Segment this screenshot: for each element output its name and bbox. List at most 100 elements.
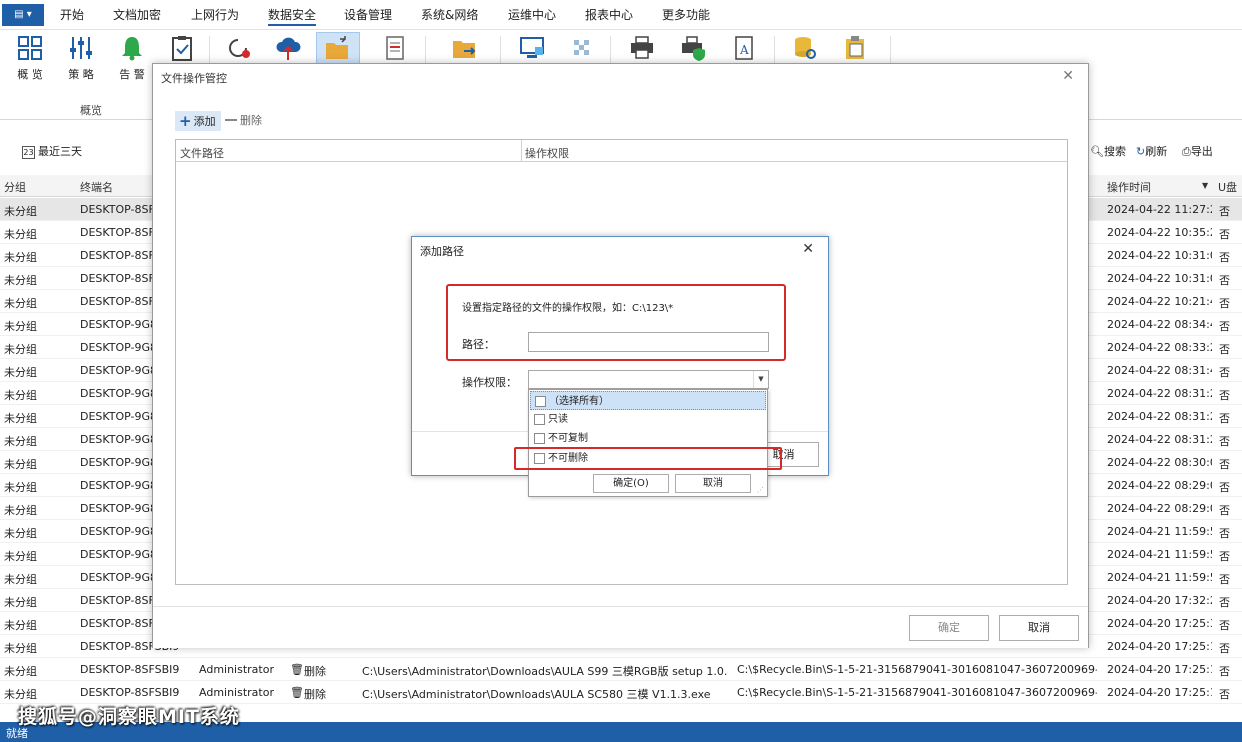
cell-time: 2024-04-20 17:25:14	[1107, 640, 1212, 653]
cell-usb: 否	[1219, 665, 1230, 678]
checkbox[interactable]	[534, 433, 545, 444]
app-menu-button[interactable]: ▤ ▾	[2, 4, 44, 26]
cell-action: 删除	[304, 665, 326, 678]
refresh-button[interactable]: ↻刷新	[1136, 143, 1167, 159]
option-label: 只读	[548, 414, 568, 425]
cell-time: 2024-04-22 10:31:01	[1107, 272, 1212, 285]
option-read-only[interactable]: 只读	[530, 410, 766, 429]
cell-usb: 否	[1219, 527, 1230, 540]
col-operation-permission[interactable]: 操作权限	[525, 145, 569, 161]
database-search-icon	[795, 37, 816, 59]
tab-ops-center[interactable]: 运维中心	[508, 6, 556, 26]
table-row[interactable]: 未分组 DESKTOP-8SFSBI9 Administrator 🗑︎ 删除 C:\Us…	[0, 681, 1242, 704]
tab-report-center[interactable]: 报表中心	[585, 6, 633, 26]
cell-group: 未分组	[4, 366, 37, 379]
policy-button[interactable]: 策 略	[61, 32, 101, 81]
grid-header: 文件路径 操作权限	[176, 140, 1067, 162]
cell-group: 未分组	[4, 228, 37, 241]
cell-group: 未分组	[4, 573, 37, 586]
cell-group: 未分组	[4, 297, 37, 310]
cell-time: 2024-04-22 08:31:40	[1107, 364, 1212, 377]
cell-group: 未分组	[4, 251, 37, 264]
cell-usb: 否	[1219, 389, 1230, 402]
cancel-button[interactable]: 取消	[999, 615, 1079, 641]
cell-group: 未分组	[4, 665, 37, 678]
col-group[interactable]: 分组	[4, 179, 26, 195]
svg-text:A: A	[739, 43, 749, 57]
cell-group: 未分组	[4, 642, 37, 655]
cell-usb: 否	[1219, 458, 1230, 471]
sliders-icon	[70, 37, 92, 59]
add-button[interactable]: + 添加	[175, 111, 221, 131]
delete-label: 删除	[240, 114, 262, 127]
checkbox[interactable]	[535, 396, 546, 407]
option-no-copy[interactable]: 不可复制	[530, 429, 766, 448]
grid-icon	[18, 36, 42, 60]
clipboard-check-icon	[172, 36, 192, 61]
tab-data-security[interactable]: 数据安全	[268, 6, 317, 26]
cell-group: 未分组	[4, 527, 37, 540]
bell-icon	[122, 37, 142, 61]
cell-usb: 否	[1219, 573, 1230, 586]
cell-usb: 否	[1219, 320, 1230, 333]
resize-grip-icon[interactable]: ⋰	[757, 486, 765, 494]
popup-cancel-button[interactable]: 取消	[675, 474, 751, 493]
popup-ok-button[interactable]: 确定(O)	[593, 474, 669, 493]
cell-time: 2024-04-22 10:21:47	[1107, 295, 1212, 308]
search-button[interactable]: 🔍︎搜索	[1090, 143, 1126, 159]
search-icon: 🔍︎	[1090, 145, 1104, 158]
col-terminal[interactable]: 终端名	[80, 179, 113, 195]
table-row[interactable]: 未分组 DESKTOP-8SFSBI9 Administrator 🗑︎ 删除 C:\Us…	[0, 658, 1242, 681]
recent-three-days-button[interactable]: 23 最近三天	[22, 143, 82, 159]
cloud-upload-icon	[276, 37, 301, 60]
tab-internet-behavior[interactable]: 上网行为	[191, 6, 239, 26]
col-usb[interactable]: U盘	[1218, 179, 1237, 195]
tab-doc-encrypt[interactable]: 文档加密	[113, 6, 161, 26]
ribbon-tabbar: ▤ ▾ 开始 文档加密 上网行为 数据安全 设备管理 系统&网络 运维中心 报表…	[0, 0, 1242, 30]
tab-start[interactable]: 开始	[60, 6, 84, 26]
folder-arrow-icon	[453, 41, 476, 58]
cell-time: 2024-04-21 11:59:56	[1107, 525, 1212, 538]
permission-options-popup: （选择所有） 只读 不可复制 不可删除 确定(O) 取消 ⋰	[528, 389, 768, 497]
checkbox[interactable]	[534, 414, 545, 425]
col-time[interactable]: 操作时间	[1107, 179, 1151, 195]
cell-path: C:\Users\Administrator\Downloads\AULA S9…	[362, 665, 728, 678]
ok-button[interactable]: 确定	[909, 615, 989, 641]
cell-group: 未分组	[4, 343, 37, 356]
export-button[interactable]: ⎙导出	[1182, 143, 1213, 159]
cell-recycle: C:\$Recycle.Bin\S-1-5-21-3156879041-3016…	[737, 663, 1097, 676]
alarm-button[interactable]: 告 警	[112, 32, 152, 81]
cell-usb: 否	[1219, 504, 1230, 517]
cell-time: 2024-04-22 11:27:25	[1107, 203, 1212, 216]
highlight-box-path	[446, 284, 786, 361]
cell-group: 未分组	[4, 205, 37, 218]
cell-usb: 否	[1219, 550, 1230, 563]
cell-time: 2024-04-22 08:34:41	[1107, 318, 1212, 331]
monitor-icon	[520, 37, 544, 58]
refresh-icon: ↻	[1136, 145, 1146, 158]
option-select-all[interactable]: （选择所有）	[530, 391, 766, 410]
col-file-path[interactable]: 文件路径	[180, 145, 224, 161]
tab-more-features[interactable]: 更多功能	[662, 6, 710, 26]
tab-device-management[interactable]: 设备管理	[344, 6, 392, 26]
tab-system-network[interactable]: 系统&网络	[421, 6, 478, 26]
cell-usb: 否	[1219, 435, 1230, 448]
close-icon[interactable]: ✕	[802, 241, 814, 257]
cell-usb: 否	[1219, 297, 1230, 310]
option-label: （选择所有）	[549, 396, 609, 407]
cell-usb: 否	[1219, 205, 1230, 218]
sync-icon	[229, 39, 250, 58]
highlight-box-no-delete	[514, 447, 782, 470]
cell-group: 未分组	[4, 688, 37, 701]
cell-usb: 否	[1219, 228, 1230, 241]
permission-dropdown[interactable]: ▼	[528, 370, 769, 389]
cell-time: 2024-04-21 11:59:56	[1107, 548, 1212, 561]
sort-desc-icon[interactable]: ▼	[1202, 181, 1208, 190]
cell-usb: 否	[1219, 412, 1230, 425]
watermark: 搜狐号@洞察眼MIT系统	[18, 706, 240, 728]
close-icon[interactable]: ✕	[1062, 68, 1074, 84]
overview-button[interactable]: 概 览	[10, 32, 50, 81]
add-label: 添加	[193, 115, 216, 128]
chevron-down-icon[interactable]: ▼	[753, 371, 768, 388]
delete-button[interactable]: 删除	[225, 111, 262, 131]
